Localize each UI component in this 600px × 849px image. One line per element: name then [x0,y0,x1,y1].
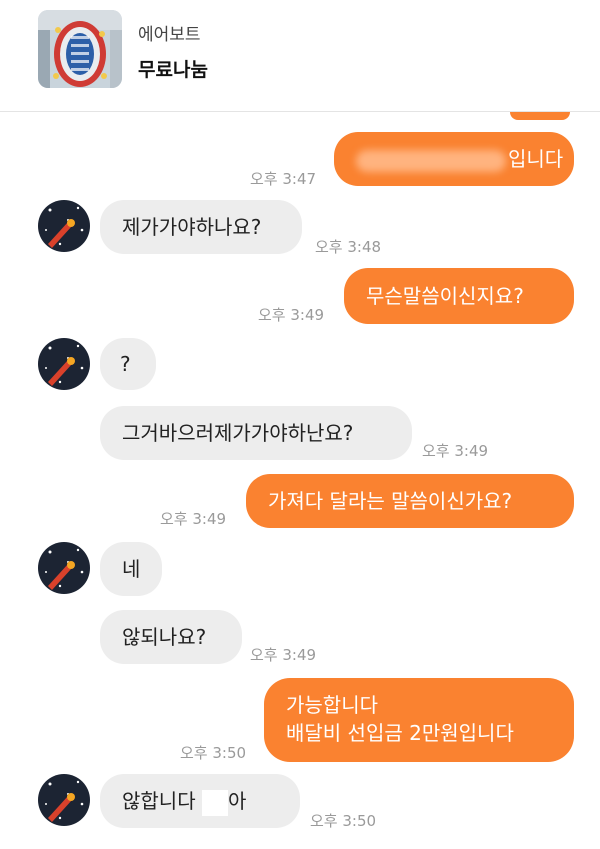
message-timestamp: 오후 3:50 [310,812,377,830]
avatar[interactable] [38,542,90,594]
message-timestamp: 오후 3:49 [258,306,325,324]
product-thumbnail[interactable] [38,10,122,88]
message-text: 않합니다 [122,789,202,813]
message-timestamp: 오후 3:49 [160,510,227,528]
message-text-line1: 가능합니다 [286,693,378,717]
blurred-text [356,149,506,172]
avatar[interactable] [38,200,90,252]
avatar-image [38,542,90,594]
redacted-area [201,789,228,816]
message-bubble-incoming: 않되나요? [100,610,242,664]
message-text: ? [120,352,131,376]
product-title: 무료나눔 [138,59,208,81]
message-timestamp: 오후 3:47 [250,170,317,188]
avatar-image [38,200,90,252]
product-subtitle: 에어보트 [138,25,201,45]
message-text: 제가가야하나요? [122,215,262,239]
avatar[interactable] [38,338,90,390]
message-text: 가져다 달라는 말씀이신가요? [268,489,513,513]
message-text: 무슨말씀이신지요? [366,284,524,308]
message-bubble-outgoing: 무슨말씀이신지요? [344,268,574,324]
message-timestamp: 오후 3:49 [422,442,489,460]
chat-header: 에어보트 무료나눔 [0,0,600,112]
avatar-image [38,774,90,826]
message-bubble-incoming: 네 [100,542,162,596]
message-bubble-incoming: 않합니다 아 [100,774,300,828]
message-text: 입니다 [508,147,564,171]
avatar-image [38,338,90,390]
message-text: 않되나요? [122,625,207,649]
message-bubble-incoming: 제가가야하나요? [100,200,302,254]
message-text: 그거바으러제가가야하난요? [122,421,354,445]
message-bubble-incoming: 그거바으러제가가야하난요? [100,406,412,460]
message-text-tail: 아 [227,789,247,813]
message-timestamp: 오후 3:49 [250,646,317,664]
previous-message-fragment [510,112,570,120]
message-bubble-outgoing: 가능합니다 배달비 선입금 2만원입니다 [264,678,574,762]
message-timestamp: 오후 3:48 [315,238,382,256]
message-bubble-incoming: ? [100,338,156,390]
message-timestamp: 오후 3:50 [180,744,247,762]
message-text-line2: 배달비 선입금 2만원입니다 [286,721,514,745]
message-bubble-outgoing: 가져다 달라는 말씀이신가요? [246,474,574,528]
message-bubble-outgoing: 입니다 [334,132,574,186]
message-text: 네 [122,557,141,581]
inflatable-boat-image [38,10,122,88]
avatar[interactable] [38,774,90,826]
